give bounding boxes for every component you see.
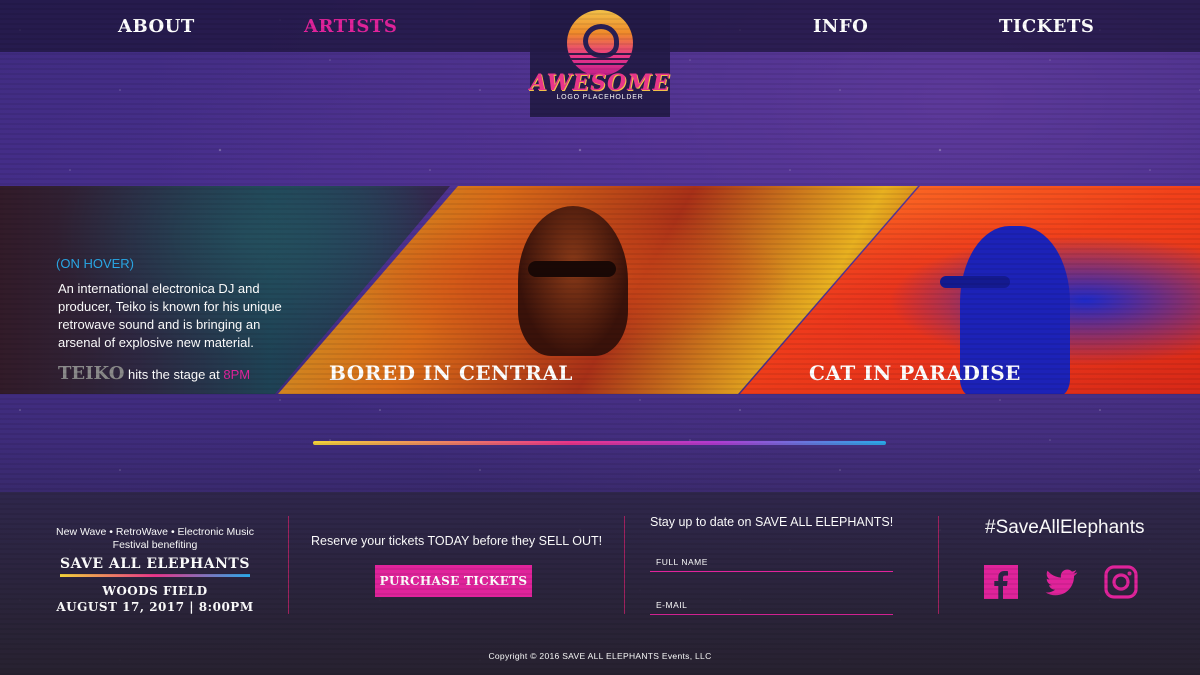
newsletter-text: Stay up to date on SAVE ALL ELEPHANTS! [650, 515, 894, 529]
footer-divider [288, 516, 289, 614]
full-name-field[interactable] [650, 552, 893, 572]
stage-time: 8PM [223, 367, 251, 382]
footer-divider [938, 516, 939, 614]
facebook-icon[interactable] [984, 565, 1018, 599]
artist-photo [518, 206, 628, 356]
logo-sun-icon [567, 10, 633, 76]
artist-name-cat-in-paradise[interactable]: CAT IN PARADISE [809, 361, 1021, 385]
event-info: New Wave • RetroWave • Electronic Music … [40, 526, 270, 615]
nav-tickets-link[interactable]: TICKETS [999, 16, 1094, 37]
gradient-divider [60, 574, 250, 577]
artist-photo-glasses [528, 261, 616, 277]
nav-about-link[interactable]: ABOUT [118, 16, 195, 37]
stage-artist-name: TEIKO [58, 363, 125, 384]
nav-artists-link[interactable]: ARTISTS [304, 16, 397, 37]
carousel-scrollbar[interactable] [313, 441, 886, 445]
hover-tag: (ON HOVER) [56, 256, 134, 271]
event-venue: WOODS FIELD [102, 584, 208, 598]
stage-text: hits the stage at [124, 367, 224, 382]
instagram-icon[interactable] [1104, 565, 1138, 599]
twitter-icon[interactable] [1044, 565, 1078, 599]
hashtag: #SaveAllElephants [985, 517, 1145, 538]
nav-info-link[interactable]: INFO [813, 16, 868, 37]
copyright: Copyright © 2016 SAVE ALL ELEPHANTS Even… [488, 651, 712, 661]
event-organization: SAVE ALL ELEPHANTS [60, 556, 250, 572]
event-datetime: AUGUST 17, 2017 | 8:00PM [56, 600, 254, 614]
elephant-icon [583, 24, 619, 58]
purchase-tickets-button[interactable]: PURCHASE TICKETS [375, 565, 532, 597]
stage-time-line: TEIKO hits the stage at 8PM [58, 363, 250, 384]
logo[interactable]: AWESOME LOGO PLACEHOLDER [530, 0, 670, 117]
event-genres: New Wave • RetroWave • Electronic Music … [56, 526, 254, 551]
reserve-text: Reserve your tickets TODAY before they S… [311, 534, 603, 548]
logo-wordmark: AWESOME [529, 70, 671, 96]
artist-name-bored-in-central[interactable]: BORED IN CENTRAL [329, 361, 573, 385]
artist-description: An international electronica DJ and prod… [58, 281, 282, 350]
email-field[interactable] [650, 595, 893, 615]
footer-divider [624, 516, 625, 614]
microphone-icon [940, 276, 1010, 288]
